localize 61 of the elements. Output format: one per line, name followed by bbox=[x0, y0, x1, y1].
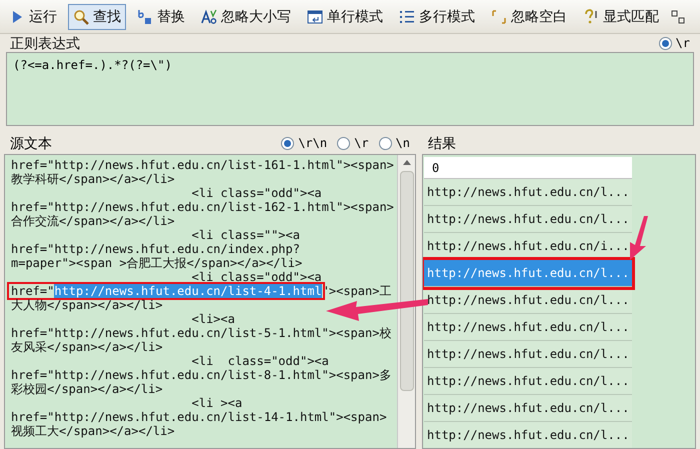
code-line: href="http://news.hfut.edu.cn/list-14-1.html"><span> bbox=[11, 410, 387, 424]
code-line: 友风采</span></a></li> bbox=[11, 340, 163, 354]
toolbar-button[interactable]: 忽略大小写 bbox=[196, 4, 296, 30]
toolbar-button[interactable]: 单行模式 bbox=[302, 4, 388, 30]
radio-label: \r bbox=[354, 135, 369, 152]
result-row[interactable]: http://news.hfut.edu.cn/l... bbox=[424, 422, 632, 448]
question-icon bbox=[583, 8, 599, 24]
toolbar-button[interactable]: 替换 bbox=[132, 4, 190, 30]
code-line: <li class=""><a bbox=[190, 228, 300, 242]
code-line: 彩校园</span></a></li> bbox=[11, 382, 163, 396]
toolbar-button[interactable]: 查找 bbox=[68, 4, 126, 30]
selected-text: http://news.hfut.edu.cn/list-4-1.html bbox=[54, 284, 322, 298]
radio-button[interactable] bbox=[281, 136, 294, 150]
toolbar-button[interactable]: 多行模式 bbox=[394, 4, 480, 30]
radio-label: \r bbox=[676, 35, 690, 52]
code-line: <li class="odd"><a bbox=[190, 186, 322, 200]
result-row[interactable]: http://news.hfut.edu.cn/l... bbox=[424, 368, 632, 395]
code-line: href=" bbox=[11, 284, 54, 298]
result-row[interactable]: http://news.hfut.edu.cn/l... bbox=[424, 395, 632, 422]
code-line: href="http://news.hfut.edu.cn/list-161-1.html"><span> bbox=[11, 158, 394, 172]
code-line: "><span>工 bbox=[322, 284, 392, 298]
result-row[interactable]: http://news.hfut.edu.cn/l... bbox=[424, 314, 632, 341]
code-line: href="http://news.hfut.edu.cn/list-5-1.html"><span>校 bbox=[11, 326, 392, 340]
toolbar-button[interactable]: 显式匹配 bbox=[578, 4, 664, 30]
count-cell: 0 bbox=[424, 157, 632, 179]
code-line: 大人物</span></a></li> bbox=[11, 298, 163, 312]
radio-label: \n bbox=[396, 135, 410, 152]
code-line: href="http://news.hfut.edu.cn/list-8-1.html"><span>多 bbox=[11, 368, 392, 382]
letters-icon bbox=[137, 8, 153, 24]
list-icon bbox=[399, 8, 415, 24]
radio-button[interactable] bbox=[378, 136, 392, 150]
code-line: 视频工大</span></a></li> bbox=[11, 424, 175, 438]
code-line: <li ><a bbox=[190, 396, 242, 410]
font-case-icon bbox=[201, 8, 217, 24]
code-line: 合作交流</span></a></li> bbox=[11, 214, 175, 228]
search-icon bbox=[73, 8, 89, 24]
grid-icon[interactable] bbox=[670, 8, 686, 24]
bracket-icon bbox=[491, 8, 507, 24]
source-text-area[interactable] bbox=[4, 154, 416, 449]
scrollbar[interactable] bbox=[397, 155, 415, 448]
window-icon bbox=[307, 8, 323, 24]
code-line: m=paper"><span >合肥工大报</span></a></li> bbox=[11, 256, 302, 270]
code-line: href="http://news.hfut.edu.cn/index.php? bbox=[11, 242, 300, 256]
result-row[interactable]: http://news.hfut.edu.cn/l... bbox=[424, 179, 632, 206]
results-label: 结果 bbox=[428, 134, 456, 152]
code-line: 教学科研</span></a></li> bbox=[11, 172, 175, 186]
toolbar-button[interactable]: 运行 bbox=[4, 4, 62, 30]
radio-button[interactable] bbox=[337, 136, 350, 150]
code-line: <li class="odd"><a bbox=[190, 270, 322, 284]
radio-label: \r\n bbox=[298, 135, 328, 152]
toolbar-button[interactable]: 忽略空白 bbox=[486, 4, 572, 30]
code-line: <li class="odd"><a bbox=[190, 354, 329, 368]
result-row[interactable]: http://news.hfut.edu.cn/l... bbox=[424, 206, 632, 233]
radio-button[interactable] bbox=[658, 36, 672, 50]
regex-label: 正则表达式 bbox=[10, 34, 80, 52]
scroll-up-icon[interactable] bbox=[402, 160, 410, 165]
code-line: <li><a bbox=[190, 312, 235, 326]
code-line: href="http://news.hfut.edu.cn/list-162-1.html"><span> bbox=[11, 200, 394, 214]
regex-input[interactable]: (?<=a.href=.).*?(?=\") bbox=[6, 52, 694, 126]
result-row[interactable]: http://news.hfut.edu.cn/l... bbox=[424, 341, 632, 368]
source-label: 源文本 bbox=[10, 134, 52, 152]
